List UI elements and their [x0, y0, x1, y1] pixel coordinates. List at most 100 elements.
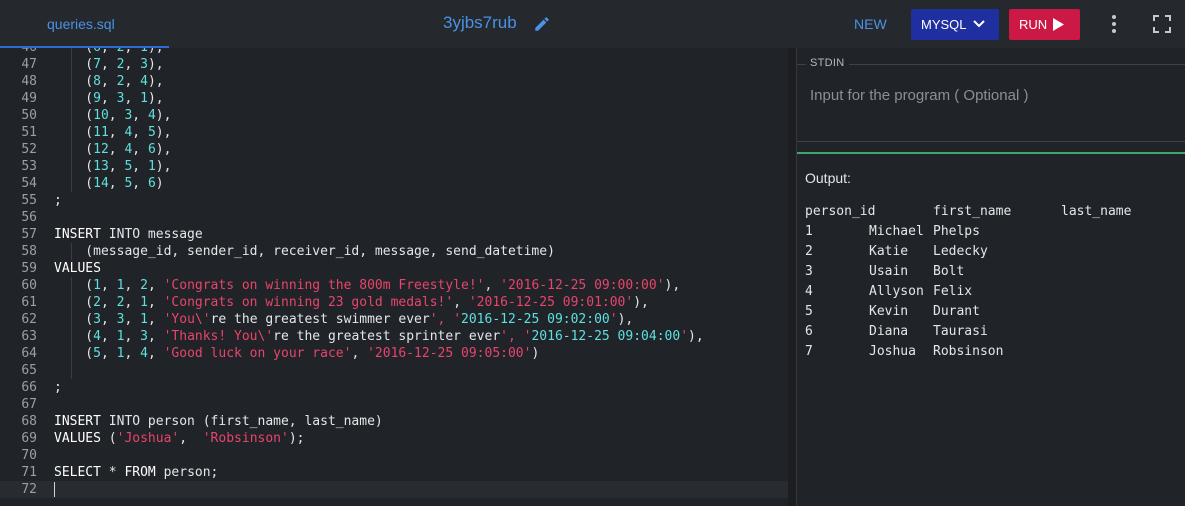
line-number: 59: [21, 261, 37, 276]
language-label: MYSQL: [921, 17, 967, 32]
code-token: (: [54, 159, 94, 174]
code-line[interactable]: 63 (4, 1, 3, 'Thanks! You\'re the greate…: [0, 328, 788, 345]
language-select-button[interactable]: MYSQL: [911, 9, 999, 40]
code-token: *: [100, 465, 125, 480]
code-line[interactable]: 47 (7, 2, 3),: [0, 56, 788, 73]
code-text: (2, 2, 1, 'Congrats on winning 23 gold m…: [54, 294, 649, 311]
fullscreen-icon[interactable]: [1153, 15, 1171, 33]
code-text: (message_id, sender_id, receiver_id, mes…: [54, 243, 555, 260]
code-text: ;: [54, 192, 62, 209]
output-column-header: last_name: [1061, 204, 1132, 219]
code-token: ,: [147, 329, 164, 344]
code-token: ,: [132, 159, 148, 174]
code-line[interactable]: 48 (8, 2, 4),: [0, 73, 788, 90]
code-token: (: [54, 125, 94, 140]
code-token: (: [54, 312, 94, 327]
code-text: (14, 5, 6): [54, 175, 163, 192]
code-token: 1: [140, 48, 148, 55]
code-text: (6, 2, 1),: [54, 48, 163, 56]
code-line[interactable]: 50 (10, 3, 4),: [0, 107, 788, 124]
code-token: (message_id, sender_id, receiver_id, mes…: [54, 244, 555, 259]
more-options-icon[interactable]: [1106, 13, 1122, 35]
file-tab[interactable]: queries.sql: [0, 0, 169, 48]
code-token: ,: [108, 142, 125, 157]
code-token: VALUES: [54, 431, 101, 446]
code-line[interactable]: 58 (message_id, sender_id, receiver_id, …: [0, 243, 788, 260]
code-token: 4: [140, 74, 148, 89]
code-line[interactable]: 61 (2, 2, 1, 'Congrats on winning 23 gol…: [0, 294, 788, 311]
code-token: ),: [147, 57, 164, 72]
code-token: ': [609, 312, 618, 327]
code-line[interactable]: 59 VALUES: [0, 260, 788, 277]
code-line[interactable]: 62 (3, 3, 1, 'You\'re the greatest swimm…: [0, 311, 788, 328]
output-cell: Joshua: [869, 344, 916, 359]
code-line[interactable]: 46 (6, 2, 1),: [0, 48, 788, 56]
code-line[interactable]: 56: [0, 209, 788, 226]
stdin-input[interactable]: [810, 83, 1170, 107]
code-token: 'Thanks! You\': [163, 329, 274, 344]
code-token: ,: [100, 278, 117, 293]
code-text: (13, 5, 1),: [54, 158, 171, 175]
editor-scrollbar[interactable]: [788, 48, 796, 506]
line-number: 65: [21, 363, 37, 378]
code-token: 'Robsinson': [202, 431, 289, 446]
code-line[interactable]: 49 (9, 3, 1),: [0, 90, 788, 107]
code-token: FROM: [124, 465, 156, 480]
program-title[interactable]: 3yjbs7rub: [443, 13, 517, 33]
line-number: 49: [21, 91, 37, 106]
chevron-down-icon: [973, 20, 985, 28]
code-line[interactable]: 65: [0, 362, 788, 379]
code-token: ),: [617, 312, 634, 327]
edit-pencil-icon[interactable]: [533, 15, 551, 33]
line-number: 72: [21, 482, 37, 497]
code-token: 12: [93, 142, 109, 157]
top-bar: queries.sql 3yjbs7rub NEW MYSQL RUN: [0, 0, 1185, 48]
code-line[interactable]: 66;: [0, 379, 788, 396]
line-number: 48: [21, 74, 37, 89]
code-editor[interactable]: 46 (6, 2, 1),47 (7, 2, 3),48 (8, 2, 4),4…: [0, 48, 788, 506]
code-line[interactable]: 51 (11, 4, 5),: [0, 124, 788, 141]
code-token: ,: [108, 125, 125, 140]
stdin-label: STDIN: [806, 57, 849, 69]
code-line[interactable]: 71 SELECT * FROM person;: [0, 464, 788, 481]
code-token: ;: [54, 193, 62, 208]
code-line[interactable]: 69 VALUES ('Joshua', 'Robsinson');: [0, 430, 788, 447]
code-token: ,: [100, 74, 117, 89]
code-line[interactable]: 57 INSERT INTO message: [0, 226, 788, 243]
code-text: (4, 1, 3, 'Thanks! You\'re the greatest …: [54, 328, 703, 345]
line-number: 68: [21, 414, 37, 429]
code-token: ,: [101, 48, 117, 55]
code-line[interactable]: 67: [0, 396, 788, 413]
line-number: 67: [21, 397, 37, 412]
code-line[interactable]: 55;: [0, 192, 788, 209]
code-token: ,: [124, 312, 141, 327]
line-number: 47: [21, 57, 37, 72]
code-line[interactable]: 60 (1, 1, 2, 'Congrats on winning the 80…: [0, 277, 788, 294]
code-line[interactable]: 72: [0, 481, 788, 498]
code-token: ,: [147, 278, 164, 293]
code-line[interactable]: 53 (13, 5, 1),: [0, 158, 788, 175]
code-line[interactable]: 70: [0, 447, 788, 464]
output-cell: Allyson: [869, 284, 924, 299]
code-token: 3: [140, 329, 148, 344]
new-button[interactable]: NEW: [854, 16, 887, 32]
code-line[interactable]: 68 INSERT INTO person (first_name, last_n…: [0, 413, 788, 430]
code-token: 14: [93, 176, 109, 191]
output-cell: Usain: [869, 264, 909, 279]
code-token: 13: [93, 159, 109, 174]
code-line[interactable]: 52 (12, 4, 6),: [0, 141, 788, 158]
code-token: ,: [100, 91, 117, 106]
code-line[interactable]: 54 (14, 5, 6): [0, 175, 788, 192]
output-cell: 2: [805, 244, 813, 259]
output-column-header: person_id: [805, 204, 876, 219]
run-button[interactable]: RUN: [1009, 9, 1080, 40]
code-token: ,: [132, 176, 148, 191]
code-token: (: [54, 91, 94, 106]
code-token: 1: [147, 159, 156, 174]
code-line[interactable]: 64 (5, 1, 4, 'Good luck on your race', '…: [0, 345, 788, 362]
code-token: 2: [140, 278, 148, 293]
code-text: INSERT INTO person (first_name, last_nam…: [54, 413, 383, 430]
code-token: 2016-12-25 09:04:00: [531, 329, 681, 344]
code-token: 2: [93, 295, 101, 310]
code-token: (: [54, 48, 93, 55]
